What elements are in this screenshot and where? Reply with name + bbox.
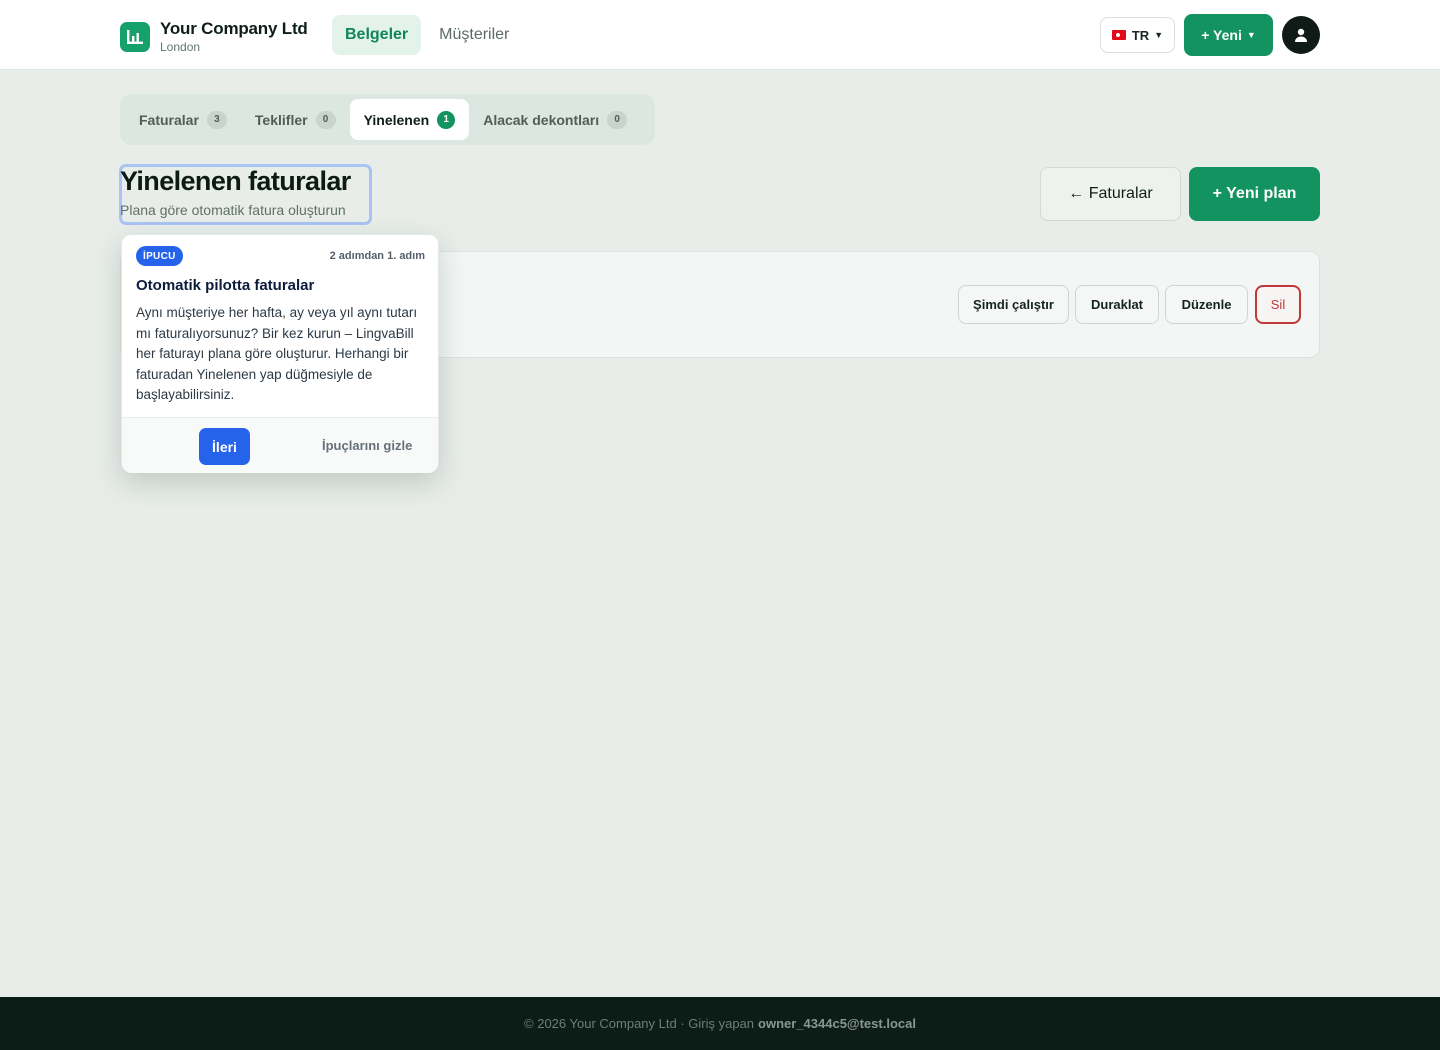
tip-footer: İleri İpuçlarını gizle bbox=[122, 417, 438, 473]
hide-tips-link[interactable]: İpuçlarını gizle bbox=[322, 438, 412, 453]
tab-count-badge: 0 bbox=[607, 110, 628, 129]
tip-badge: İPUCU bbox=[136, 246, 183, 266]
top-bar: Your Company Ltd London Belgeler Müşteri… bbox=[0, 0, 1440, 70]
page-subtitle: Plana göre otomatik fatura oluşturun bbox=[120, 202, 346, 218]
new-button-label: + Yeni bbox=[1201, 27, 1242, 43]
new-plan-button[interactable]: + Yeni plan bbox=[1189, 167, 1320, 221]
chevron-down-icon: ▼ bbox=[1246, 30, 1256, 40]
nav-item-musteriler[interactable]: Müşteriler bbox=[426, 15, 522, 55]
nav-item-belgeler[interactable]: Belgeler bbox=[332, 15, 422, 55]
user-icon bbox=[1295, 28, 1307, 42]
pause-button[interactable]: Duraklat bbox=[1075, 285, 1159, 324]
tab-count-badge: 3 bbox=[206, 110, 227, 129]
turkey-flag-icon bbox=[1111, 30, 1126, 40]
footer-user-email: owner_4344c5@test.local bbox=[758, 1016, 916, 1031]
tab-label: Teklifler bbox=[254, 111, 308, 128]
footer-text: © 2026 Your Company Ltd · Giriş yapan bbox=[524, 1016, 755, 1031]
tip-body: Aynı müşteriye her hafta, ay veya yıl ay… bbox=[136, 305, 418, 402]
chart-logo-icon bbox=[120, 21, 150, 52]
chevron-down-icon: ▼ bbox=[1154, 30, 1164, 40]
tab-label: Yinelenen bbox=[363, 111, 430, 128]
company-name: Your Company Ltd bbox=[160, 19, 308, 38]
page-footer: © 2026 Your Company Ltd · Giriş yapan ow… bbox=[0, 997, 1440, 1050]
tab-label: Alacak dekontları bbox=[483, 111, 600, 128]
language-selector[interactable]: TR ▼ bbox=[1100, 17, 1175, 53]
tab-label: Faturalar bbox=[139, 111, 199, 128]
delete-button[interactable]: Sil bbox=[1255, 285, 1301, 324]
brand[interactable]: Your Company Ltd London bbox=[120, 20, 308, 53]
edit-button[interactable]: Düzenle bbox=[1165, 285, 1248, 324]
language-code: TR bbox=[1131, 27, 1150, 43]
tab-count-badge: 0 bbox=[315, 110, 336, 129]
tab-yinelenen[interactable]: Yinelenen 1 bbox=[349, 99, 470, 140]
new-document-button[interactable]: + Yeni ▼ bbox=[1184, 14, 1273, 56]
tab-alacak-dekontlari[interactable]: Alacak dekontları 0 bbox=[469, 99, 641, 140]
user-avatar[interactable] bbox=[1282, 16, 1320, 54]
page-title: Yinelenen faturalar bbox=[120, 166, 351, 196]
run-now-button[interactable]: Şimdi çalıştır bbox=[958, 285, 1069, 324]
tip-next-button[interactable]: İleri bbox=[199, 428, 250, 465]
company-city: London bbox=[160, 40, 201, 54]
tab-count-badge: 1 bbox=[437, 110, 456, 129]
tip-step-indicator: 2 adımdan 1. adım bbox=[329, 250, 425, 262]
main-nav: Belgeler Müşteriler bbox=[332, 15, 527, 55]
tip-popover: İPUCU 2 adımdan 1. adım Otomatik pilotta… bbox=[121, 234, 439, 473]
back-to-invoices-button[interactable]: ← Faturalar bbox=[1040, 167, 1181, 221]
document-tabs: Faturalar 3 Teklifler 0 Yinelenen 1 Alac… bbox=[120, 94, 655, 145]
tab-faturalar[interactable]: Faturalar 3 bbox=[125, 99, 241, 140]
tab-teklifler[interactable]: Teklifler 0 bbox=[241, 99, 350, 140]
tip-title: Otomatik pilotta faturalar bbox=[136, 277, 315, 294]
